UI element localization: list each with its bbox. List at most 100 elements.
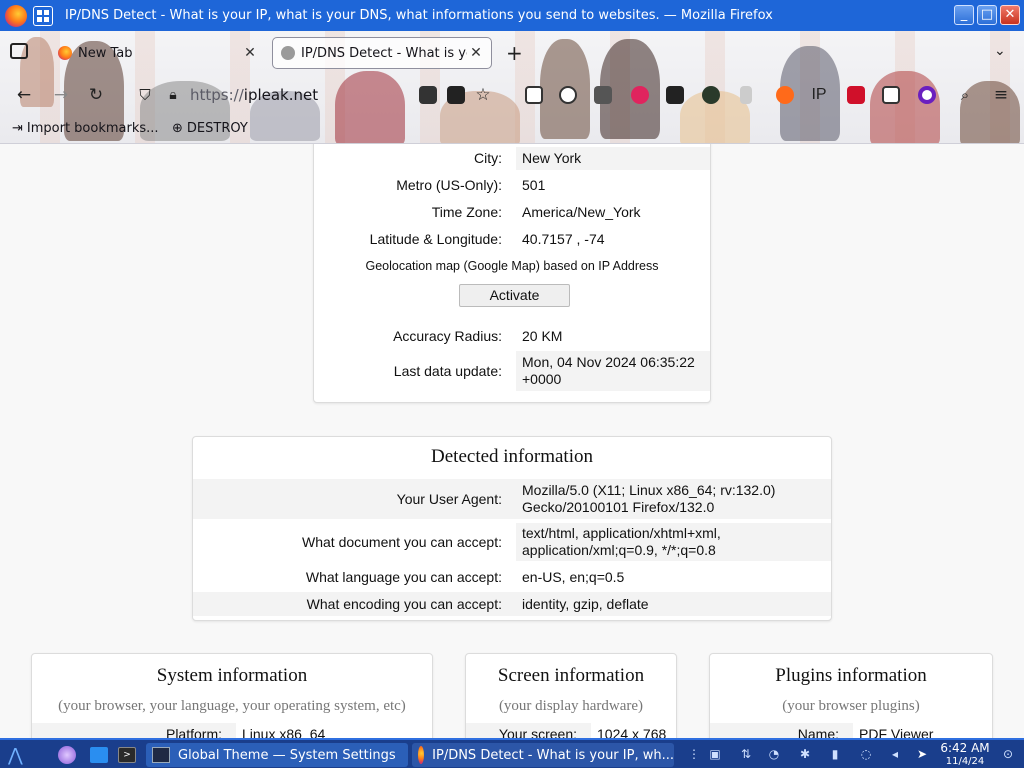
lock-icon[interactable]: 🔒︎ <box>162 84 184 106</box>
card-title: Screen information <box>497 665 645 686</box>
bookmark-import[interactable]: ⇥ Import bookmarks... <box>12 121 159 136</box>
tray-update-icon[interactable]: ◌ <box>858 746 874 762</box>
bookmarks-toolbar: ⇥ Import bookmarks... ⊕ DESTROY <box>0 119 1024 141</box>
card-subtitle: (your display hardware) <box>498 698 644 714</box>
import-icon: ⇥ <box>12 121 23 136</box>
grid-extension-icon[interactable] <box>447 86 465 104</box>
tray-battery-icon[interactable]: ▮ <box>827 746 843 762</box>
red-extension-icon[interactable] <box>631 86 649 104</box>
web-page: City: New York Metro (US-Only): 501 Time… <box>0 143 1024 738</box>
clock-time: 6:42 AM <box>940 741 990 755</box>
red-square-extension-icon[interactable] <box>847 86 865 104</box>
geo-row-accuracy: Accuracy Radius: 20 KM <box>393 328 563 344</box>
tab-ipleak[interactable]: IP/DNS Detect - What is yo ✕ <box>272 37 492 69</box>
task-label: Global Theme — System Settings <box>178 747 396 763</box>
screen: IP/DNS Detect - What is your IP, what is… <box>0 0 1024 768</box>
robot-extension-icon[interactable] <box>882 86 900 104</box>
detected-row-document: What document you can accept: text/html,… <box>193 523 831 561</box>
ip-search-extension-icon[interactable]: ⌕ <box>954 84 976 106</box>
bookmark-star-icon[interactable]: ☆ <box>472 84 494 106</box>
activate-map-button[interactable]: Activate <box>459 284 570 307</box>
pocket-icon[interactable] <box>525 86 543 104</box>
window-controls: _ □ ✕ <box>954 5 1020 25</box>
screen-row-resolution: Your screen: 1024 x 768 <box>466 723 676 738</box>
system-row-platform: Platform: Linux x86_64 <box>32 723 432 738</box>
clock-date: 11/4/24 <box>945 756 985 767</box>
shield-icon[interactable]: ⛉ <box>134 84 156 106</box>
system-information-card: System information (your browser, your l… <box>31 653 433 738</box>
geo-row-metro: Metro (US-Only): 501 <box>396 177 546 193</box>
firefox-favicon-icon <box>58 46 72 60</box>
settings-icon <box>152 747 170 763</box>
plugins-information-card: Plugins information (your browser plugin… <box>709 653 993 738</box>
card-title: System information <box>156 665 308 686</box>
globe-icon: ⊕ <box>172 121 183 136</box>
ip-extension-icon[interactable]: IP <box>808 84 830 106</box>
terminal-icon[interactable]: > <box>118 744 136 766</box>
purple-ring-extension-icon[interactable] <box>918 86 936 104</box>
card-title: Detected information <box>431 446 593 467</box>
bookmark-label: Import bookmarks... <box>26 121 159 136</box>
tab-strip: New Tab ✕ IP/DNS Detect - What is yo ✕ +… <box>0 31 1024 73</box>
close-tab-icon[interactable]: ✕ <box>467 45 485 61</box>
tray-notifications-icon[interactable]: ◔ <box>766 746 782 762</box>
geo-row-timezone: Time Zone: America/New_York <box>431 204 641 220</box>
tray-bluetooth-icon[interactable]: ✱ <box>797 746 813 762</box>
new-tab-button[interactable]: + <box>506 41 523 65</box>
detected-row-user-agent: Your User Agent: Mozilla/5.0 (X11; Linux… <box>193 479 831 519</box>
add-grid-extension-icon[interactable] <box>666 86 684 104</box>
card-subtitle: (your browser, your language, your opera… <box>58 698 406 714</box>
screen-information-card: Screen information (your display hardwar… <box>465 653 677 738</box>
detected-row-encoding: What encoding you can accept: identity, … <box>193 592 831 616</box>
reload-icon[interactable]: ↻ <box>85 84 107 106</box>
plugins-row-name: Name: PDF Viewer <box>710 723 992 738</box>
tray-clipboard-icon[interactable]: ▣ <box>707 746 723 762</box>
navigation-bar: ← → ↻ ⛉ 🔒︎ https://ipleak.net ☆ IP ⌕ ≡ <box>0 75 1024 115</box>
tray-volume-icon[interactable]: ◂ <box>887 746 903 762</box>
tab-label: New Tab <box>78 45 133 61</box>
firefox-logo-icon <box>5 4 27 27</box>
firefox-task-icon <box>418 746 425 764</box>
geo-row-city: City: New York <box>314 147 710 170</box>
maximize-button[interactable]: □ <box>977 5 997 25</box>
task-system-settings[interactable]: Global Theme — System Settings <box>146 743 408 767</box>
browser-launcher-icon[interactable] <box>58 744 76 766</box>
tray-separator-icon: ⋮ <box>688 747 700 761</box>
grey-extension-icon[interactable] <box>740 86 752 104</box>
window-menu-icon[interactable] <box>33 5 53 26</box>
url-bar[interactable]: https://ipleak.net <box>190 86 318 104</box>
clock[interactable]: 6:42 AM 11/4/24 <box>938 742 992 768</box>
tray-network-icon[interactable]: ⇅ <box>738 746 754 762</box>
bookmark-destroy[interactable]: ⊕ DESTROY <box>172 121 248 136</box>
tab-overview-icon[interactable] <box>10 43 28 59</box>
show-desktop-icon[interactable]: ⊙ <box>1000 746 1016 762</box>
tab-label: IP/DNS Detect - What is yo <box>301 45 467 61</box>
task-firefox[interactable]: IP/DNS Detect - What is your IP, wh... <box>412 743 674 767</box>
list-all-tabs-button[interactable]: ⌄ <box>994 43 1006 59</box>
file-manager-icon[interactable] <box>90 744 108 766</box>
back-icon[interactable]: ← <box>13 84 35 106</box>
geo-row-latlong: Latitude & Longitude: 40.7157 , -74 <box>369 231 605 247</box>
browser-toolbar-area: New Tab ✕ IP/DNS Detect - What is yo ✕ +… <box>0 31 1024 143</box>
minimize-button[interactable]: _ <box>954 5 974 25</box>
hamburger-menu-icon[interactable]: ≡ <box>990 84 1012 106</box>
bookmark-label: DESTROY <box>186 121 248 136</box>
tab-new-tab[interactable]: New Tab ✕ <box>50 37 265 69</box>
card-title: Plugins information <box>775 665 927 686</box>
dark-extension-icon[interactable] <box>702 86 720 104</box>
extensions-puzzle-icon[interactable] <box>594 86 612 104</box>
geolocation-card: City: New York Metro (US-Only): 501 Time… <box>313 144 711 403</box>
window-title: IP/DNS Detect - What is your IP, what is… <box>65 8 773 23</box>
extension-icon[interactable] <box>419 86 437 104</box>
orange-extension-icon[interactable] <box>776 86 794 104</box>
close-tab-icon[interactable]: ✕ <box>241 45 259 61</box>
window-titlebar: IP/DNS Detect - What is your IP, what is… <box>0 0 1024 31</box>
mouse-cursor-icon: ➤ <box>916 747 928 761</box>
account-icon[interactable] <box>559 86 577 104</box>
taskbar: ⋀ > Global Theme — System Settings IP/DN… <box>0 738 1024 768</box>
app-launcher-icon[interactable]: ⋀ <box>8 744 23 766</box>
close-button[interactable]: ✕ <box>1000 5 1020 25</box>
detected-row-language: What language you can accept: en-US, en;… <box>305 569 625 585</box>
task-label: IP/DNS Detect - What is your IP, wh... <box>432 747 674 763</box>
forward-icon[interactable]: → <box>50 84 72 106</box>
